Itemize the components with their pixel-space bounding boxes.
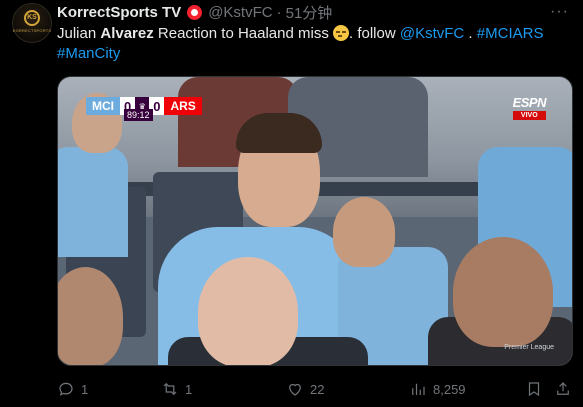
share-button[interactable] — [554, 380, 572, 398]
bookmark-button[interactable] — [525, 380, 543, 398]
text-segment: Julian — [57, 25, 101, 42]
away-team: ARS — [164, 97, 202, 115]
retweet-count: 1 — [185, 381, 193, 397]
watermark: Premier League — [504, 344, 554, 351]
mention-link[interactable]: @KstvFC — [400, 25, 464, 42]
player-hair — [236, 113, 322, 153]
broadcaster-logo: ESPN VIVO — [512, 95, 547, 120]
spectator-shirt — [58, 147, 128, 257]
verified-badge-icon — [187, 4, 203, 20]
staff-head — [453, 237, 553, 347]
hashtag-link[interactable]: #ManCity — [57, 45, 120, 62]
bookmark-icon — [528, 382, 540, 397]
more-options-icon[interactable]: ··· — [550, 3, 569, 21]
avatar[interactable]: KS KORRECTSPORTS — [12, 3, 52, 43]
staff-head — [198, 257, 298, 365]
retweet-button[interactable]: 1 — [161, 380, 192, 398]
like-button[interactable]: 22 — [286, 380, 324, 398]
live-badge: VIVO — [512, 111, 546, 120]
heart-icon — [289, 383, 301, 396]
action-bar: 1 1 22 8,259 — [57, 379, 572, 399]
text-segment: . — [464, 25, 477, 42]
separator-dot: · — [276, 3, 282, 21]
player-head — [333, 197, 395, 267]
text-bold: Alvarez — [100, 25, 154, 42]
hashtag-link[interactable]: #MCIARS — [477, 25, 544, 42]
like-count: 22 — [310, 381, 325, 397]
reply-count: 1 — [81, 381, 89, 397]
match-clock: 89:12 — [124, 109, 153, 121]
view-count: 8,259 — [433, 381, 466, 397]
relieved-face-emoji-icon — [333, 25, 349, 41]
text-segment: Reaction to Haaland miss — [153, 25, 333, 42]
timestamp[interactable]: 51分钟 — [286, 2, 333, 23]
avatar-logo-text: KORRECTSPORTS — [12, 27, 52, 33]
user-handle[interactable]: @KstvFC — [208, 4, 272, 21]
views-button[interactable]: 8,259 — [409, 380, 466, 398]
tweet-text: Julian Alvarez Reaction to Haaland miss … — [57, 24, 572, 64]
reply-icon — [59, 382, 73, 396]
views-icon — [412, 383, 425, 395]
video-player[interactable]: MCI 0 ♛ 0 ARS 89:12 ESPN VIVO Premier Le… — [57, 76, 573, 366]
share-icon — [557, 382, 569, 395]
reply-button[interactable]: 1 — [57, 380, 88, 398]
home-team: MCI — [86, 97, 120, 115]
brand-logo-icon: KS — [24, 9, 40, 26]
tweet-header: KorrectSports TV @KstvFC · 51分钟 — [57, 2, 333, 23]
retweet-icon — [163, 382, 177, 396]
text-segment: . follow — [349, 25, 400, 42]
display-name[interactable]: KorrectSports TV — [57, 4, 181, 21]
broadcaster-name: ESPN — [512, 95, 547, 110]
